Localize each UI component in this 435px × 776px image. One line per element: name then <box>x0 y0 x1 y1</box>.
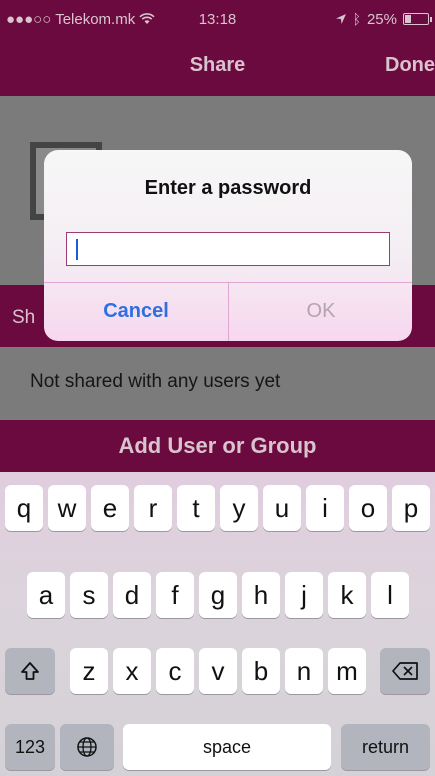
key[interactable]: t <box>177 485 215 531</box>
nav-bar: Share Done <box>0 38 435 96</box>
key[interactable]: y <box>220 485 258 531</box>
key[interactable]: a <box>27 572 65 618</box>
key[interactable]: g <box>199 572 237 618</box>
key[interactable]: f <box>156 572 194 618</box>
key[interactable]: e <box>91 485 129 531</box>
backspace-key[interactable] <box>380 648 430 694</box>
key[interactable]: m <box>328 648 366 694</box>
key[interactable]: u <box>263 485 301 531</box>
key[interactable]: q <box>5 485 43 531</box>
key[interactable]: i <box>306 485 344 531</box>
cancel-button[interactable]: Cancel <box>44 282 228 341</box>
key[interactable]: z <box>70 648 108 694</box>
space-key[interactable]: space <box>123 724 331 770</box>
key[interactable]: p <box>392 485 430 531</box>
shift-icon <box>21 662 39 680</box>
key[interactable]: x <box>113 648 151 694</box>
key[interactable]: s <box>70 572 108 618</box>
wifi-icon <box>139 13 155 24</box>
keyboard: q w e r t y u i o p a s d f g h j k l z … <box>0 472 435 776</box>
bluetooth-icon: ᛒ <box>352 11 361 27</box>
key[interactable]: w <box>48 485 86 531</box>
key[interactable]: c <box>156 648 194 694</box>
alert-title: Enter a password <box>144 177 312 199</box>
battery-icon <box>403 13 432 25</box>
password-field[interactable] <box>66 232 390 266</box>
key[interactable]: h <box>242 572 280 618</box>
location-arrow-icon <box>335 14 346 24</box>
key[interactable]: b <box>242 648 280 694</box>
page-title: Share <box>189 54 246 76</box>
done-button[interactable]: Done <box>385 54 435 77</box>
key[interactable]: l <box>371 572 409 618</box>
shift-key[interactable] <box>5 648 55 694</box>
status-bar: ●●●○○ Telekom.mk 13:18 ᛒ 25% <box>0 0 435 38</box>
password-alert: Enter a password Cancel OK <box>44 150 412 341</box>
key[interactable]: d <box>113 572 151 618</box>
battery-percent: 25% <box>366 10 397 28</box>
key[interactable]: k <box>328 572 366 618</box>
text-caret <box>76 239 78 260</box>
backspace-icon <box>392 662 418 680</box>
key[interactable]: j <box>285 572 323 618</box>
numbers-key[interactable]: 123 <box>5 724 55 770</box>
globe-icon <box>77 737 97 757</box>
add-user-button[interactable]: Add User or Group <box>0 420 435 472</box>
key[interactable]: n <box>285 648 323 694</box>
ok-button[interactable]: OK <box>229 282 412 341</box>
carrier-label: ●●●○○ Telekom.mk <box>6 10 136 28</box>
not-shared-text: Not shared with any users yet <box>30 371 281 392</box>
key[interactable]: r <box>134 485 172 531</box>
return-key[interactable]: return <box>341 724 430 770</box>
key[interactable]: v <box>199 648 237 694</box>
globe-key[interactable] <box>60 724 114 770</box>
key[interactable]: o <box>349 485 387 531</box>
carrier: ●●●○○ Telekom.mk <box>6 11 155 28</box>
